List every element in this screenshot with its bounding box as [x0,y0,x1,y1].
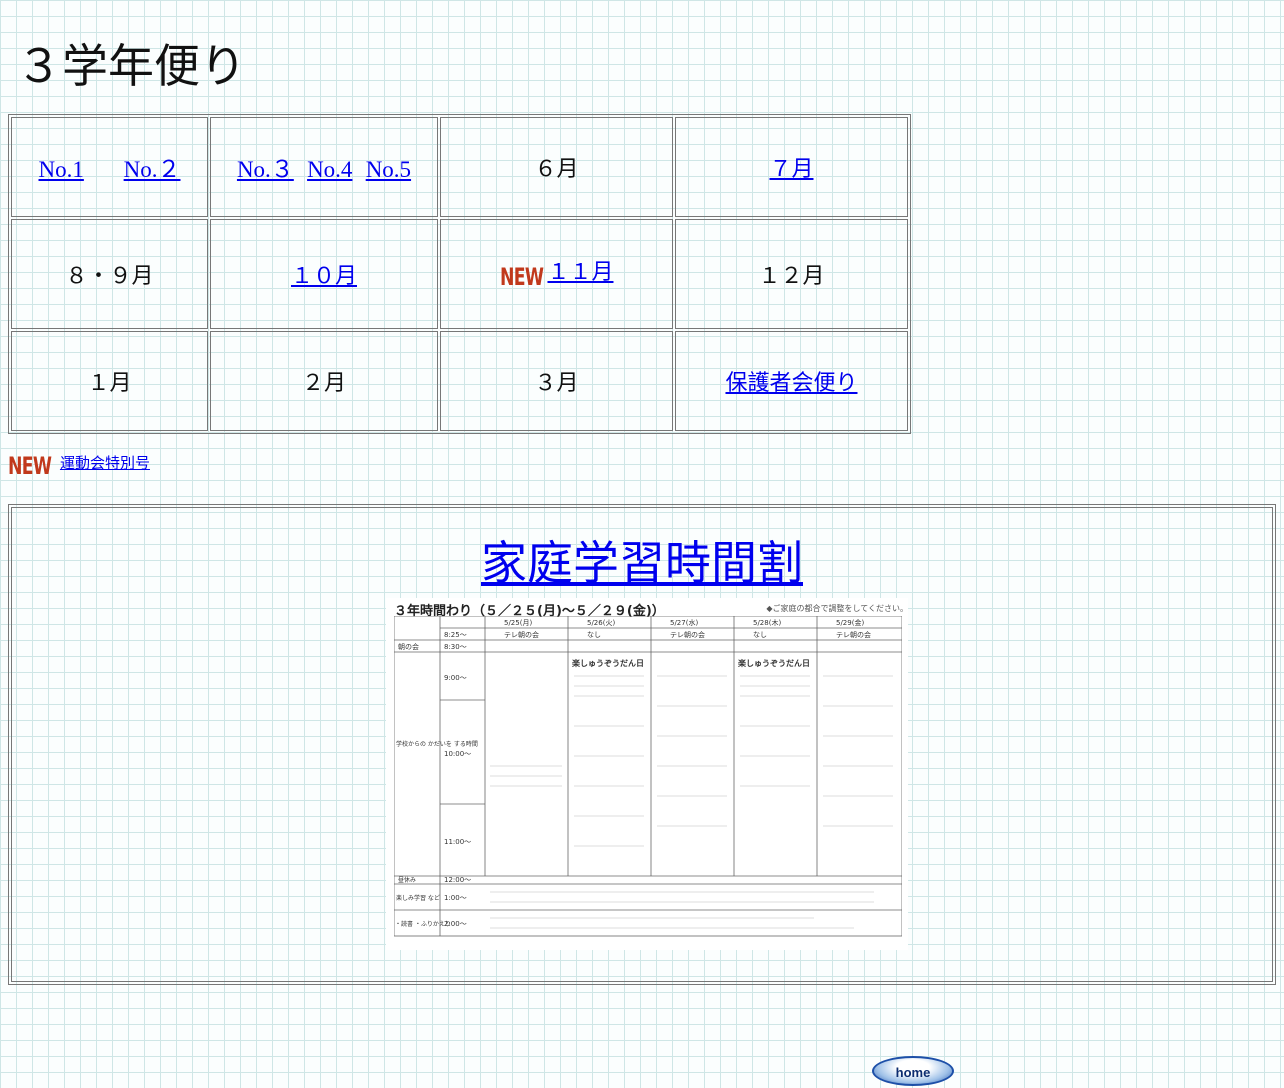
time-label: 1:00～ [444,894,467,902]
day-header: 5/29(金) [836,618,864,627]
cell-aug-sep: ８・９月 [11,219,208,329]
link-no2[interactable]: No.２ [124,157,181,182]
months-table: No.1 No.２ No.３ No.4 No.5 ６月 ７月 ８・９月 １０月 … [8,114,911,434]
row-label: 昼休み [398,876,416,884]
cell-december: １２月 [675,219,908,329]
cell-november: NEW １１月 [440,219,673,329]
timetable-image[interactable]: ３年時間わり（５／２５(月)～５／２９(金)） ◆ご家庭の都合で調整をしてくださ… [386,598,908,950]
cell-january: １月 [11,331,208,431]
cell-july: ７月 [675,117,908,217]
link-no3[interactable]: No.３ [237,157,294,182]
time-label: 12:00～ [444,876,471,884]
cell-february: ２月 [210,331,438,431]
link-parents-meeting[interactable]: 保護者会便り [725,371,857,396]
link-october[interactable]: １０月 [291,264,357,289]
link-no5[interactable]: No.5 [366,157,411,182]
table-row: No.1 No.２ No.３ No.4 No.5 ６月 ７月 [11,117,908,217]
home-button[interactable]: home [872,1056,954,1086]
row-label: 楽しみ学習 など [396,894,440,902]
highlight-label: 楽しゅうぞうだん日 [737,658,810,668]
day-header: 5/26(火) [587,619,615,627]
table-row: ８・９月 １０月 NEW １１月 １２月 [11,219,908,329]
time-label: 9:00～ [444,674,467,682]
new-badge: NEW [499,262,544,291]
time-label: 8:25～ [444,631,467,639]
link-july[interactable]: ７月 [769,157,813,182]
time-label: 11:00～ [444,838,471,846]
sub-label: テレ朝の会 [670,630,705,639]
cell-no1-no2: No.1 No.２ [11,117,208,217]
home-study-section: 家庭学習時間割 ３年時間わり（５／２５(月)～５／２９(金)） ◆ご家庭の都合で… [8,504,1276,985]
day-header: 5/27(水) [670,618,698,627]
time-label: 2:00～ [444,920,467,928]
cell-october: １０月 [210,219,438,329]
timetable-note: ◆ご家庭の都合で調整をしてください。 [766,604,908,613]
sports-day-special: NEW 運動会特別号 [8,452,150,480]
new-badge: NEW [8,452,52,480]
cell-no3-no5: No.３ No.4 No.5 [210,117,438,217]
row-label: 朝の会 [398,642,419,651]
cell-march: ３月 [440,331,673,431]
row-label: ・読書 ・ふりかえり [395,920,451,928]
day-header: 5/25(月) [504,619,532,627]
highlight-label: 楽しゅうぞうだん日 [571,658,644,668]
table-row: １月 ２月 ３月 保護者会便り [11,331,908,431]
cell-parents-meeting: 保護者会便り [675,331,908,431]
row-label: 学校からの かだいを する時間 [396,740,478,748]
time-label: 10:00～ [444,750,471,758]
link-sports-day-special[interactable]: 運動会特別号 [60,454,150,472]
home-study-title-link[interactable]: 家庭学習時間割 [481,536,803,590]
cell-june: ６月 [440,117,673,217]
sub-label: テレ朝の会 [836,630,871,639]
timetable-grid: 5/25(月) 5/26(火) 5/27(水) 5/28(木) 5/29(金) … [394,616,902,937]
sub-label: テレ朝の会 [504,630,539,639]
link-november[interactable]: １１月 [547,260,613,285]
page-title: ３学年便り [16,39,246,93]
sub-label: なし [587,631,601,639]
sub-label: なし [753,631,767,639]
time-label: 8:30～ [444,643,467,651]
link-no1[interactable]: No.1 [39,157,84,182]
link-no4[interactable]: No.4 [307,157,352,182]
day-header: 5/28(木) [753,618,781,627]
